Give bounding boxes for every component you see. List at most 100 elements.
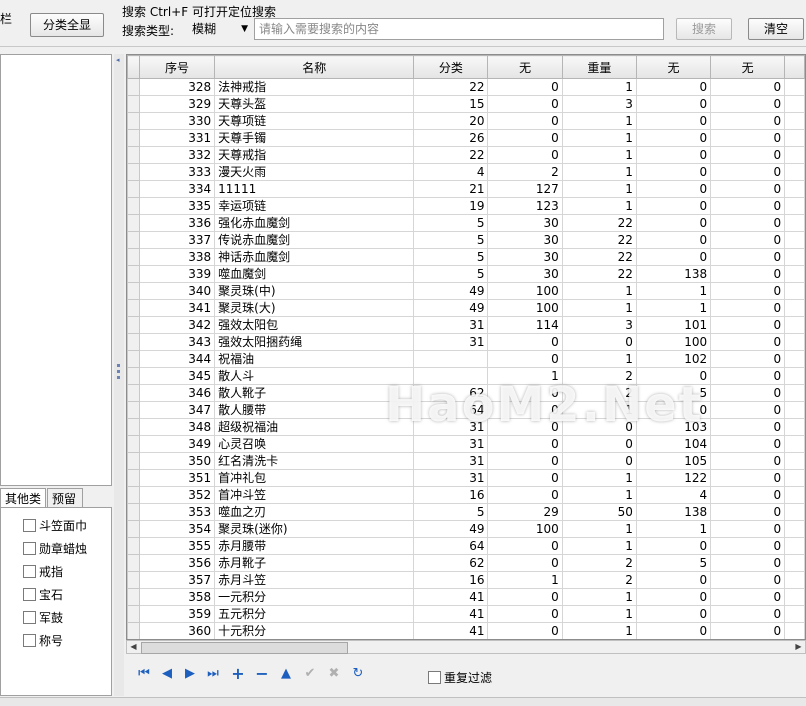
table-cell[interactable]: 0 xyxy=(487,95,563,113)
table-cell[interactable]: 0 xyxy=(561,435,637,453)
search-type-select[interactable]: 模糊 ▼ xyxy=(188,19,252,41)
splitter-handle[interactable]: ◂ xyxy=(114,54,124,696)
table-cell[interactable]: 0 xyxy=(710,503,786,521)
table-cell[interactable]: 114 xyxy=(487,316,563,334)
table-cell[interactable]: 天尊头盔 xyxy=(214,95,415,113)
edit-record-icon[interactable]: ▲ xyxy=(276,664,296,684)
row-indicator[interactable] xyxy=(127,571,140,589)
table-cell[interactable]: 100 xyxy=(635,333,712,351)
row-indicator[interactable] xyxy=(127,299,140,317)
table-cell[interactable]: 333 xyxy=(138,163,216,181)
scroll-thumb[interactable] xyxy=(141,642,348,654)
row-indicator[interactable] xyxy=(127,503,140,521)
table-cell[interactable]: 心灵召唤 xyxy=(214,435,415,453)
table-row[interactable]: 340 聚灵珠(中) 49 100 1 1 0 xyxy=(127,282,805,300)
search-button[interactable]: 搜索 xyxy=(676,18,732,40)
table-cell[interactable]: 0 xyxy=(635,231,712,249)
table-cell[interactable]: 2 xyxy=(561,384,637,402)
table-cell[interactable]: 1 xyxy=(635,299,712,317)
row-indicator[interactable] xyxy=(127,146,140,164)
table-cell[interactable]: 2 xyxy=(561,367,637,385)
table-row[interactable]: 347 散人腰带 64 0 1 0 0 xyxy=(127,401,805,419)
table-cell[interactable]: 3 xyxy=(561,316,637,334)
table-row[interactable]: 329 天尊头盔 15 0 3 0 0 xyxy=(127,95,805,113)
table-cell[interactable]: 16 xyxy=(413,486,489,504)
table-cell[interactable]: 漫天火雨 xyxy=(214,163,415,181)
table-row[interactable]: 349 心灵召唤 31 0 0 104 0 xyxy=(127,435,805,453)
table-row[interactable]: 334 11111 21 127 1 0 0 xyxy=(127,180,805,198)
table-cell[interactable]: 0 xyxy=(635,146,712,164)
table-cell[interactable]: 64 xyxy=(413,537,489,555)
table-cell[interactable]: 354 xyxy=(138,520,216,538)
table-cell[interactable]: 15 xyxy=(413,95,489,113)
table-cell[interactable]: 0 xyxy=(710,384,786,402)
table-cell[interactable]: 332 xyxy=(138,146,216,164)
table-cell[interactable]: 聚灵珠(中) xyxy=(214,282,415,300)
table-cell[interactable]: 336 xyxy=(138,214,216,232)
table-cell[interactable]: 1 xyxy=(635,520,712,538)
table-cell[interactable]: 0 xyxy=(710,537,786,555)
table-row[interactable]: 337 传说赤血魔剑 5 30 22 0 0 xyxy=(127,231,805,249)
table-cell[interactable]: 102 xyxy=(635,350,712,368)
checkbox-gem[interactable] xyxy=(23,588,36,601)
table-cell[interactable]: 散人靴子 xyxy=(214,384,415,402)
table-row[interactable]: 331 天尊手镯 26 0 1 0 0 xyxy=(127,129,805,147)
table-cell[interactable]: 0 xyxy=(487,384,563,402)
table-cell[interactable]: 334 xyxy=(138,180,216,198)
table-cell[interactable]: 2 xyxy=(561,554,637,572)
table-cell[interactable]: 31 xyxy=(413,469,489,487)
table-cell[interactable]: 0 xyxy=(487,605,563,623)
table-cell[interactable]: 0 xyxy=(487,588,563,606)
table-cell[interactable]: 0 xyxy=(710,282,786,300)
table-cell[interactable]: 5 xyxy=(413,503,489,521)
table-cell[interactable]: 359 xyxy=(138,605,216,623)
table-row[interactable]: 348 超级祝福油 31 0 0 103 0 xyxy=(127,418,805,436)
table-cell[interactable]: 0 xyxy=(487,129,563,147)
table-cell[interactable]: 122 xyxy=(635,469,712,487)
table-cell[interactable]: 342 xyxy=(138,316,216,334)
table-row[interactable]: 346 散人靴子 62 0 2 5 0 xyxy=(127,384,805,402)
table-cell[interactable]: 31 xyxy=(413,316,489,334)
table-cell[interactable]: 赤月腰带 xyxy=(214,537,415,555)
table-cell[interactable]: 聚灵珠(大) xyxy=(214,299,415,317)
table-cell[interactable]: 5 xyxy=(413,231,489,249)
table-cell[interactable]: 100 xyxy=(487,520,563,538)
table-cell[interactable]: 0 xyxy=(710,214,786,232)
table-cell[interactable]: 0 xyxy=(561,418,637,436)
table-cell[interactable]: 0 xyxy=(710,401,786,419)
table-cell[interactable]: 341 xyxy=(138,299,216,317)
row-indicator[interactable] xyxy=(127,469,140,487)
table-cell[interactable]: 噬血之刃 xyxy=(214,503,415,521)
table-cell[interactable]: 348 xyxy=(138,418,216,436)
table-cell[interactable]: 0 xyxy=(710,469,786,487)
table-cell[interactable]: 0 xyxy=(710,163,786,181)
table-cell[interactable]: 31 xyxy=(413,418,489,436)
row-indicator[interactable] xyxy=(127,384,140,402)
table-cell[interactable]: 4 xyxy=(413,163,489,181)
table-cell[interactable]: 0 xyxy=(635,605,712,623)
horizontal-scrollbar[interactable]: ◀ ▶ xyxy=(126,640,806,654)
category-tree[interactable] xyxy=(0,54,112,486)
table-cell[interactable]: 127 xyxy=(487,180,563,198)
column-header-none-3[interactable]: 无 xyxy=(710,55,786,79)
table-cell[interactable]: 0 xyxy=(635,367,712,385)
table-cell[interactable]: 0 xyxy=(487,401,563,419)
table-row[interactable]: 359 五元积分 41 0 1 0 0 xyxy=(127,605,805,623)
table-cell[interactable]: 41 xyxy=(413,588,489,606)
table-cell[interactable]: 1 xyxy=(561,112,637,130)
table-cell[interactable]: 强化赤血魔剑 xyxy=(214,214,415,232)
table-cell[interactable]: 0 xyxy=(710,265,786,283)
table-cell[interactable]: 345 xyxy=(138,367,216,385)
table-cell[interactable]: 123 xyxy=(487,197,563,215)
table-cell[interactable]: 49 xyxy=(413,299,489,317)
table-cell[interactable]: 1 xyxy=(635,282,712,300)
table-cell[interactable]: 0 xyxy=(487,435,563,453)
table-cell[interactable]: 0 xyxy=(710,197,786,215)
table-row[interactable]: 357 赤月斗笠 16 1 2 0 0 xyxy=(127,571,805,589)
table-cell[interactable]: 0 xyxy=(710,78,786,96)
table-cell[interactable]: 1 xyxy=(487,571,563,589)
show-all-categories-button[interactable]: 分类全显 xyxy=(30,13,104,37)
table-row[interactable]: 338 神话赤血魔剑 5 30 22 0 0 xyxy=(127,248,805,266)
table-cell[interactable]: 1 xyxy=(561,129,637,147)
table-cell[interactable]: 22 xyxy=(413,78,489,96)
